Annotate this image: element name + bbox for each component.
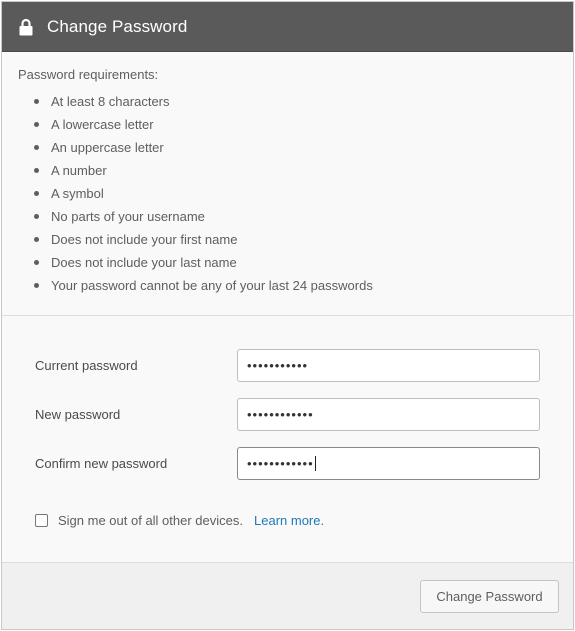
panel-footer: Change Password <box>2 562 573 629</box>
new-password-value: •••••••••••• <box>247 407 314 422</box>
change-password-form: Current password ••••••••••• New passwor… <box>2 316 573 565</box>
confirm-password-value: •••••••••••• <box>247 456 314 471</box>
learn-more-link[interactable]: Learn more. <box>254 513 324 528</box>
current-password-label: Current password <box>35 358 138 373</box>
requirements-list: At least 8 characters A lowercase letter… <box>18 94 557 301</box>
text-caret <box>314 456 316 471</box>
confirm-password-input[interactable]: •••••••••••• <box>237 447 540 480</box>
requirement-item: No parts of your username <box>34 209 557 232</box>
change-password-panel: Change Password Password requirements: A… <box>1 1 574 630</box>
new-password-row: New password •••••••••••• <box>35 398 540 431</box>
panel-header: Change Password <box>2 2 573 52</box>
signout-checkbox[interactable] <box>35 514 48 527</box>
current-password-row: Current password ••••••••••• <box>35 349 540 382</box>
change-password-button[interactable]: Change Password <box>420 580 559 613</box>
requirement-item: A symbol <box>34 186 557 209</box>
password-fields: Current password ••••••••••• New passwor… <box>35 349 540 480</box>
requirement-item: Your password cannot be any of your last… <box>34 278 557 301</box>
new-password-label: New password <box>35 407 121 422</box>
requirement-item: Does not include your last name <box>34 255 557 278</box>
lock-icon <box>19 18 33 35</box>
confirm-password-label: Confirm new password <box>35 456 168 471</box>
confirm-password-row: Confirm new password •••••••••••• <box>35 447 540 480</box>
password-requirements: Password requirements: At least 8 charac… <box>2 52 573 316</box>
new-password-input[interactable]: •••••••••••• <box>237 398 540 431</box>
page-title: Change Password <box>47 16 188 36</box>
signout-option: Sign me out of all other devices. Learn … <box>35 513 540 528</box>
requirement-item: An uppercase letter <box>34 140 557 163</box>
requirement-item: A number <box>34 163 557 186</box>
signout-label[interactable]: Sign me out of all other devices. <box>58 513 243 528</box>
requirement-item: A lowercase letter <box>34 117 557 140</box>
requirement-item: Does not include your first name <box>34 232 557 255</box>
requirements-title: Password requirements: <box>18 67 159 82</box>
current-password-value: ••••••••••• <box>247 358 309 373</box>
current-password-input[interactable]: ••••••••••• <box>237 349 540 382</box>
requirement-item: At least 8 characters <box>34 94 557 117</box>
